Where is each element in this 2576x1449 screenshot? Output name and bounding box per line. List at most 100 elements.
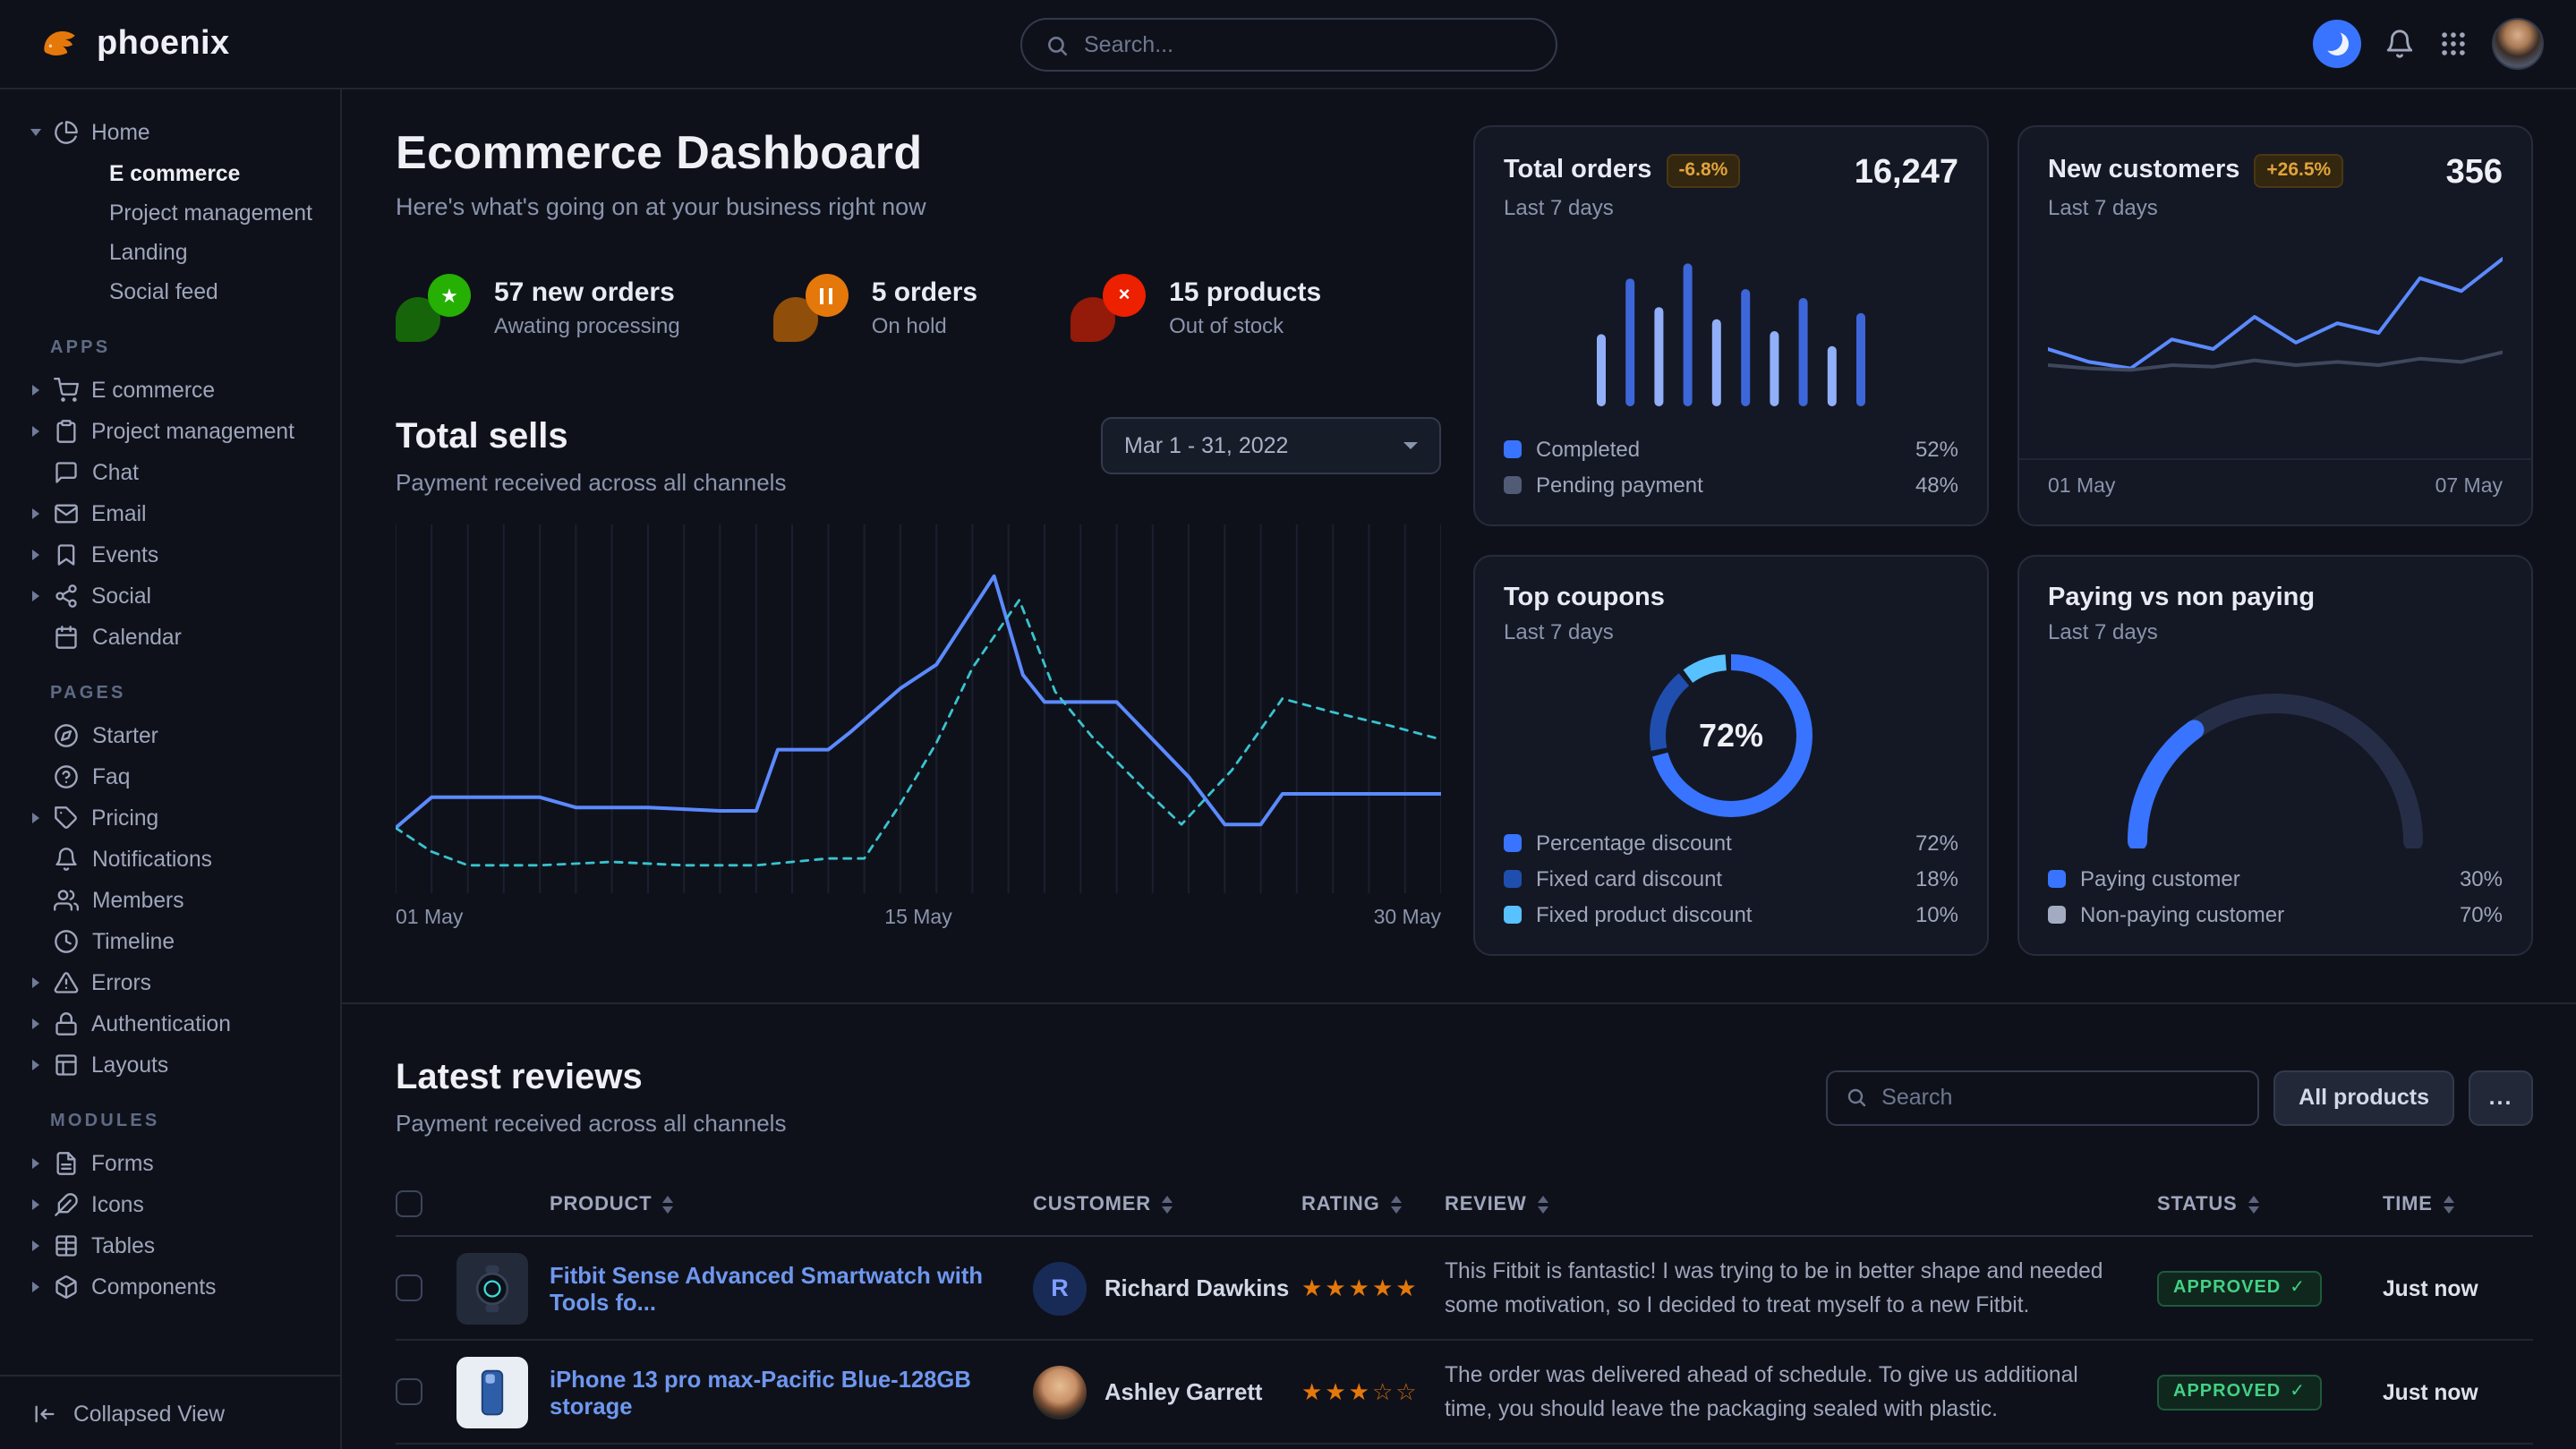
sidebar-item-authentication[interactable]: Authentication — [32, 1002, 326, 1044]
stat-value: 57 new orders — [494, 277, 680, 308]
all-products-button[interactable]: All products — [2273, 1070, 2454, 1125]
bookmark-icon — [52, 541, 79, 567]
row-checkbox[interactable] — [396, 1274, 422, 1301]
sidebar-item-landing[interactable]: Landing — [109, 233, 326, 272]
legend-item: Percentage discount 72% — [1504, 831, 1958, 856]
sidebar-item-project-management[interactable]: Project management — [32, 410, 326, 451]
new-customers-line-chart — [2048, 237, 2503, 427]
caret-icon — [32, 1059, 39, 1070]
file-text-icon — [52, 1149, 79, 1176]
product-link[interactable]: Fitbit Sense Advanced Smartwatch with To… — [550, 1261, 1033, 1315]
total-sells-header: Total sells Payment received across all … — [396, 417, 1441, 496]
legend-swatch — [1504, 476, 1522, 494]
search-icon — [1846, 1087, 1867, 1108]
reviews-title: Latest reviews — [396, 1058, 786, 1099]
status-badge: APPROVED✓ — [2157, 1271, 2322, 1307]
column-header-product[interactable]: PRODUCT — [550, 1193, 1033, 1215]
legend-value: 18% — [1915, 866, 1958, 891]
x-label: 15 May — [884, 908, 951, 929]
help-circle-icon — [53, 763, 80, 789]
sidebar-item-calendar[interactable]: Calendar — [32, 616, 326, 657]
status-badge: APPROVED✓ — [2157, 1375, 2322, 1411]
new-customers-card: New customers +26.5% Last 7 days 356 01 — [2017, 125, 2533, 526]
sidebar-item-pricing[interactable]: Pricing — [32, 797, 326, 838]
sidebar-item-timeline[interactable]: Timeline — [32, 920, 326, 961]
collapse-view-button[interactable]: Collapsed View — [0, 1375, 340, 1449]
stat-orders-on-hold: 5 orders On hold — [773, 274, 977, 342]
smartwatch-image — [465, 1261, 519, 1315]
page-subtitle: Here's what's going on at your business … — [396, 193, 1441, 220]
main-content: Ecommerce Dashboard Here's what's going … — [342, 89, 2576, 1449]
page-title: Ecommerce Dashboard — [396, 125, 1441, 181]
hero: Ecommerce Dashboard Here's what's going … — [396, 125, 1441, 220]
paying-chart-wrap — [2048, 644, 2503, 863]
sidebar-item-faq[interactable]: Faq — [32, 755, 326, 797]
sidebar-item-forms[interactable]: Forms — [32, 1142, 326, 1183]
product-link[interactable]: iPhone 13 pro max-Pacific Blue-128GB sto… — [550, 1365, 1033, 1419]
column-header-review[interactable]: REVIEW — [1445, 1193, 2157, 1215]
more-actions-button[interactable]: ... — [2469, 1070, 2533, 1125]
customer-cell[interactable]: R Richard Dawkins — [1033, 1261, 1301, 1315]
lock-icon — [52, 1010, 79, 1036]
sidebar-item-tables[interactable]: Tables — [32, 1224, 326, 1266]
pause-icon — [806, 274, 849, 317]
sidebar-item-errors[interactable]: Errors — [32, 961, 326, 1002]
legend-value: 10% — [1915, 902, 1958, 927]
sidebar-item-notifications[interactable]: Notifications — [32, 838, 326, 879]
date-range-select[interactable]: Mar 1 - 31, 2022 — [1101, 417, 1441, 474]
column-header-time[interactable]: TIME — [2383, 1193, 2533, 1215]
sidebar-item-icons[interactable]: Icons — [32, 1183, 326, 1224]
sidebar-item-chat[interactable]: Chat — [32, 451, 326, 492]
customer-cell[interactable]: Ashley Garrett — [1033, 1365, 1301, 1419]
stat-icon-wrap: ★ — [396, 274, 471, 342]
collapse-sidebar-icon — [32, 1401, 57, 1426]
navbar-actions — [2313, 18, 2544, 70]
apps-grid-button[interactable] — [2438, 29, 2469, 59]
reviews-search-input[interactable] — [1881, 1085, 2239, 1110]
sidebar-item-e-commerce[interactable]: E commerce — [32, 369, 326, 410]
product-thumbnail[interactable] — [456, 1356, 528, 1428]
users-icon — [53, 886, 80, 913]
column-header-rating[interactable]: RATING — [1301, 1193, 1445, 1215]
card-period: Last 7 days — [1504, 619, 1665, 644]
column-header-status[interactable]: STATUS — [2157, 1193, 2383, 1215]
latest-reviews-section: Latest reviews Payment received across a… — [396, 1004, 2533, 1449]
customer-name: Ashley Garrett — [1105, 1378, 1262, 1405]
sidebar-item-e-commerce[interactable]: E commerce — [109, 154, 326, 193]
rating-stars: ★★★☆☆ — [1301, 1377, 1445, 1406]
sidebar-item-components[interactable]: Components — [32, 1266, 326, 1307]
total-sells-chart — [396, 524, 1441, 893]
dashboard-left-column: Ecommerce Dashboard Here's what's going … — [396, 125, 1441, 956]
sidebar-item-home[interactable]: Home — [32, 111, 326, 152]
column-header-customer[interactable]: CUSTOMER — [1033, 1193, 1301, 1215]
moon-icon — [2325, 32, 2349, 55]
row-checkbox[interactable] — [396, 1378, 422, 1405]
caret-icon — [32, 1281, 39, 1291]
sidebar-item-project-management[interactable]: Project management — [109, 193, 326, 233]
notifications-button[interactable] — [2384, 29, 2415, 59]
sidebar-item-events[interactable]: Events — [32, 533, 326, 575]
product-thumbnail[interactable] — [456, 1252, 528, 1324]
compass-icon — [53, 721, 80, 748]
select-all-checkbox[interactable] — [396, 1190, 422, 1217]
star-icon: ★ — [428, 274, 471, 317]
sidebar-item-social-feed[interactable]: Social feed — [109, 272, 326, 311]
sort-arrows-icon — [2444, 1195, 2454, 1213]
brand[interactable]: phoenix — [36, 21, 230, 66]
sidebar-item-social[interactable]: Social — [32, 575, 326, 616]
sidebar-item-starter[interactable]: Starter — [32, 714, 326, 755]
search-input[interactable] — [1084, 32, 1531, 57]
feather-icon — [52, 1190, 79, 1217]
user-avatar[interactable] — [2492, 18, 2544, 70]
review-row: iPhone 13 pro max-Pacific Blue-128GB sto… — [396, 1341, 2533, 1445]
sidebar-item-members[interactable]: Members — [32, 879, 326, 920]
table-header: PRODUCT CUSTOMER RATING REVIEW STATUS TI… — [396, 1172, 2533, 1237]
theme-toggle-button[interactable] — [2313, 20, 2361, 68]
sidebar-item-email[interactable]: Email — [32, 492, 326, 533]
sidebar-item-layouts[interactable]: Layouts — [32, 1044, 326, 1085]
legend-item: Pending payment 48% — [1504, 473, 1958, 498]
shopping-cart-icon — [52, 376, 79, 403]
bell-icon — [53, 845, 80, 872]
date-range-value: Mar 1 - 31, 2022 — [1124, 433, 1288, 458]
x-label: 01 May — [2048, 476, 2115, 498]
